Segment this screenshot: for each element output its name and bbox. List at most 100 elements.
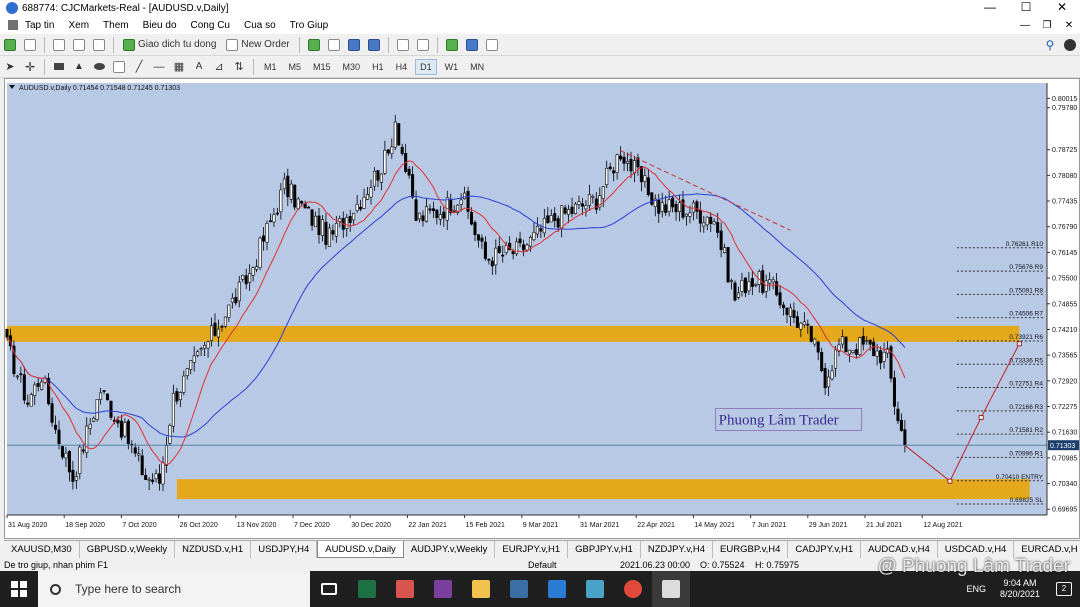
new-order-button[interactable]: New Order bbox=[223, 37, 292, 53]
metatrader-app[interactable] bbox=[652, 571, 690, 607]
auto-trading-button[interactable]: Giao dich tu dong bbox=[120, 37, 219, 53]
language-indicator[interactable]: ENG bbox=[966, 584, 986, 594]
menu-help[interactable]: Tro Giup bbox=[283, 20, 336, 31]
menu-tools[interactable]: Cong Cu bbox=[184, 20, 237, 31]
tab-audusd-daily[interactable]: AUDUSD.v,Daily bbox=[317, 541, 404, 558]
menu-view[interactable]: Xem bbox=[61, 20, 96, 31]
periods-button[interactable] bbox=[464, 37, 480, 53]
candle-body bbox=[314, 215, 318, 228]
triangle-button[interactable]: ▲ bbox=[71, 59, 87, 75]
tab-xauusd-m30[interactable]: XAUUSD,M30 bbox=[4, 541, 80, 558]
zoom-out-button[interactable] bbox=[366, 37, 382, 53]
target-level-label: 0.72166 R3 bbox=[1009, 404, 1043, 411]
candle-body bbox=[248, 273, 252, 283]
tf-h4[interactable]: H4 bbox=[392, 59, 412, 75]
tab-eurgbp-h4[interactable]: EURGBP.v,H4 bbox=[713, 541, 789, 558]
trendline-button[interactable]: ╱ bbox=[131, 59, 147, 75]
chart-shift-icon bbox=[416, 38, 429, 51]
tf-m30[interactable]: M30 bbox=[339, 59, 365, 75]
tab-nzdusd-h1[interactable]: NZDUSD.v,H1 bbox=[175, 541, 252, 558]
tf-h1[interactable]: H1 bbox=[368, 59, 388, 75]
candle-body bbox=[414, 199, 418, 221]
templates-button[interactable] bbox=[484, 37, 500, 53]
tab-usdjpy-h4[interactable]: USDJPY,H4 bbox=[251, 541, 318, 558]
candle-body bbox=[237, 281, 241, 302]
indicators-button[interactable] bbox=[444, 37, 460, 53]
tf-w1[interactable]: W1 bbox=[441, 59, 463, 75]
tab-cadjpy-h1[interactable]: CADJPY.v,H1 bbox=[788, 541, 862, 558]
candle-body bbox=[431, 208, 435, 212]
fibonacci-button[interactable] bbox=[111, 59, 127, 75]
navigator-button[interactable] bbox=[71, 37, 87, 53]
close-button[interactable]: ✕ bbox=[1044, 0, 1080, 14]
profiles-button[interactable] bbox=[22, 37, 38, 53]
chart-window[interactable]: 0.76261 R10 0.75676 R9 0.75091 R8 0.74506 R… bbox=[4, 78, 1080, 539]
rectangle-button[interactable] bbox=[51, 59, 67, 75]
tab-eurjpy-h1[interactable]: EURJPY.v,H1 bbox=[495, 541, 569, 558]
excel-app[interactable] bbox=[348, 571, 386, 607]
horizontal-line-button[interactable]: — bbox=[151, 59, 167, 75]
price-tick-label: 0.77435 bbox=[1052, 199, 1077, 206]
arrows-button[interactable]: ⇅ bbox=[231, 59, 247, 75]
tf-m15[interactable]: M15 bbox=[309, 59, 335, 75]
zoom-in-button[interactable] bbox=[346, 37, 362, 53]
crosshair-button[interactable]: ✛ bbox=[22, 59, 38, 75]
app-red[interactable] bbox=[386, 571, 424, 607]
chrome-app[interactable] bbox=[614, 571, 652, 607]
tab-gbpjpy-h1[interactable]: GBPJPY.v,H1 bbox=[568, 541, 641, 558]
candlestick-button[interactable] bbox=[326, 37, 342, 53]
cursor-button[interactable]: ➤ bbox=[2, 59, 18, 75]
child-minimize-button[interactable]: — bbox=[1014, 20, 1036, 31]
tab-gbpusd-weekly[interactable]: GBPUSD.v,Weekly bbox=[80, 541, 176, 558]
app-purple[interactable] bbox=[424, 571, 462, 607]
menu-insert[interactable]: Them bbox=[96, 20, 136, 31]
market-watch-button[interactable] bbox=[51, 37, 67, 53]
terminal-button[interactable] bbox=[91, 37, 107, 53]
candle-body bbox=[778, 292, 782, 306]
candle-body bbox=[809, 326, 813, 342]
taskbar-search[interactable]: Type here to search bbox=[38, 571, 310, 607]
menu-file[interactable]: Tap tin bbox=[18, 20, 61, 31]
candle-body bbox=[268, 220, 272, 222]
candle-body bbox=[816, 341, 820, 353]
candle-body bbox=[782, 304, 786, 309]
task-view-button[interactable] bbox=[310, 571, 348, 607]
tab-nzdjpy-h4[interactable]: NZDJPY.v,H4 bbox=[641, 541, 714, 558]
child-close-button[interactable]: ✕ bbox=[1058, 20, 1080, 31]
time-tick-label: 26 Oct 2020 bbox=[180, 522, 218, 529]
account-button[interactable] bbox=[1062, 37, 1078, 53]
label-button[interactable]: ⊿ bbox=[211, 59, 227, 75]
menu-window[interactable]: Cua so bbox=[237, 20, 283, 31]
clock[interactable]: 9:04 AM 8/20/2021 bbox=[1000, 578, 1040, 600]
minimize-button[interactable]: — bbox=[972, 0, 1008, 14]
store-app[interactable] bbox=[500, 571, 538, 607]
search-button[interactable]: ⚲ bbox=[1042, 37, 1058, 53]
tf-mn[interactable]: MN bbox=[466, 59, 488, 75]
new-chart-button[interactable] bbox=[2, 37, 18, 53]
bar-chart-button[interactable] bbox=[306, 37, 322, 53]
start-button[interactable] bbox=[0, 571, 38, 607]
autoscroll-button[interactable] bbox=[395, 37, 411, 53]
tab-audjpy-weekly[interactable]: AUDJPY.v,Weekly bbox=[404, 541, 496, 558]
ellipse-button[interactable] bbox=[91, 59, 107, 75]
text-button[interactable]: A bbox=[191, 59, 207, 75]
candle-body bbox=[580, 203, 584, 207]
maximize-button[interactable]: ☐ bbox=[1008, 0, 1044, 14]
time-tick-label: 31 Aug 2020 bbox=[8, 522, 47, 529]
grid-button[interactable]: ▦ bbox=[171, 59, 187, 75]
child-restore-button[interactable]: ❐ bbox=[1036, 20, 1058, 31]
candle-body bbox=[667, 199, 671, 212]
tf-d1[interactable]: D1 bbox=[415, 58, 437, 75]
menu-charts[interactable]: Bieu do bbox=[136, 20, 184, 31]
notification-icon[interactable]: 2 bbox=[1056, 582, 1072, 596]
candle-body bbox=[619, 155, 623, 160]
candle-body bbox=[386, 149, 390, 154]
app-cyan[interactable] bbox=[576, 571, 614, 607]
chart-shift-button[interactable] bbox=[415, 37, 431, 53]
tf-m5[interactable]: M5 bbox=[285, 59, 306, 75]
candle-body bbox=[549, 215, 553, 223]
price-chart[interactable]: 0.76261 R10 0.75676 R9 0.75091 R8 0.74506 R… bbox=[5, 79, 1079, 538]
app-blue[interactable] bbox=[538, 571, 576, 607]
tf-m1[interactable]: M1 bbox=[260, 59, 281, 75]
file-explorer-app[interactable] bbox=[462, 571, 500, 607]
